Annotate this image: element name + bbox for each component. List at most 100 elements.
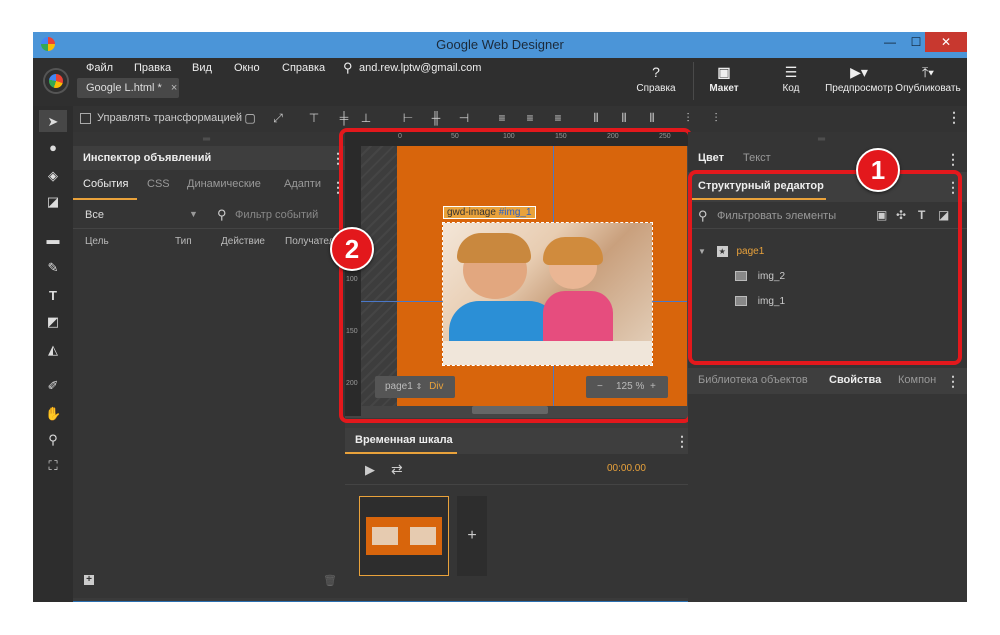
user-icon: ⚲ (343, 60, 353, 75)
events-filter-input[interactable]: Фильтр событий (235, 209, 318, 221)
tag-tool-icon[interactable]: ▬ (45, 232, 61, 248)
col-type: Тип (175, 236, 192, 247)
distribute-top-icon[interactable]: ≡ (495, 111, 509, 125)
gwd-logo-icon (45, 70, 67, 92)
align-middle-icon[interactable]: ╪ (337, 111, 351, 125)
badge-2: 2 (330, 227, 374, 271)
divider (693, 62, 694, 100)
layout-button[interactable]: ▣ Макет (701, 64, 747, 94)
close-button[interactable]: ✕ (925, 32, 967, 52)
code-lines-icon: ☰ (784, 64, 798, 80)
file-tab[interactable]: Google L.html * × (77, 78, 179, 98)
tab-color[interactable]: Цвет (698, 152, 724, 164)
delete-event-icon[interactable]: 🗑 (323, 574, 337, 587)
thumbnail-img (372, 527, 398, 545)
align-right-icon[interactable]: ⊣ (457, 111, 471, 125)
distribute-center-icon[interactable]: ⫴ (617, 111, 631, 125)
bottom-tabs-more-icon[interactable]: ⋮ (946, 374, 960, 388)
timeline-underline (345, 452, 457, 454)
distribute-bottom-icon[interactable]: ≡ (551, 111, 565, 125)
play-icon: ▶▾ (850, 64, 868, 80)
help-button[interactable]: ? Справка (631, 64, 681, 94)
tab-css[interactable]: CSS (147, 178, 170, 190)
fill-tool-icon[interactable]: ◭ (45, 342, 61, 358)
timeline-panel: Временная шкала ⋮ ▶ ⇄ 00:00.00 + (345, 428, 689, 598)
layout-label: Макет (709, 83, 739, 94)
3d-object-tool-icon[interactable]: ◪ (45, 194, 61, 210)
events-filter-select[interactable]: Все (85, 209, 104, 221)
tab-components[interactable]: Компон (898, 374, 936, 386)
preview-label: Предпросмотр (825, 83, 893, 94)
title-bar: Google Web Designer — ☐ ✕ (33, 32, 967, 58)
distribute-middle-icon[interactable]: ≡ (523, 111, 537, 125)
window-title: Google Web Designer (436, 37, 564, 52)
select-chevron-icon[interactable]: ▼ (189, 209, 198, 219)
tab-events[interactable]: События (83, 178, 128, 190)
align-top-icon[interactable]: ⊤ (307, 111, 321, 125)
color-more-icon[interactable]: ⋮ (946, 152, 960, 166)
menu-file[interactable]: Файл (86, 62, 113, 74)
divider (345, 484, 688, 485)
align-bottom-icon[interactable]: ⊥ (359, 111, 373, 125)
loop-icon[interactable]: ⇄ (391, 461, 403, 478)
text-tool-icon[interactable]: T (45, 288, 61, 304)
menu-view[interactable]: Вид (192, 62, 212, 74)
tab-text[interactable]: Текст (743, 152, 771, 164)
select-tool-icon[interactable]: ➤ (45, 114, 61, 130)
menu-edit[interactable]: Правка (134, 62, 171, 74)
timeline-more-icon[interactable]: ⋮ (675, 434, 689, 448)
minimize-button[interactable]: — (877, 32, 903, 52)
panel-grip: ═ (818, 134, 826, 145)
zoom-tool-icon[interactable]: ⚲ (45, 432, 61, 448)
tab-responsive[interactable]: Адапти (284, 178, 321, 190)
badge-1: 1 (856, 148, 900, 192)
play-button[interactable]: ▶ (365, 462, 375, 478)
tools-sidebar: ➤ ● ◈ ◪ ▬ ✎ T ◩ ◭ ✐ ✋ ⚲ ⛶ (33, 106, 73, 602)
publish-label: Опубликовать (895, 83, 961, 94)
menu-window[interactable]: Окно (234, 62, 260, 74)
file-tab-label: Google L.html * (86, 82, 162, 94)
code-label: Код (782, 83, 800, 94)
menu-help[interactable]: Справка (282, 62, 325, 74)
size-icon[interactable]: ⫶ (681, 111, 695, 125)
distribute-left-icon[interactable]: ⫴ (589, 111, 603, 125)
add-event-icon[interactable]: + (84, 575, 94, 585)
inspector-tabs: События CSS Динамические Адапти (73, 178, 345, 198)
code-button[interactable]: ☰ Код (769, 64, 813, 94)
3d-rotate-tool-icon[interactable]: ● (45, 140, 61, 156)
hand-tool-icon[interactable]: ✋ (45, 406, 61, 422)
pen-tool-icon[interactable]: ✎ (45, 260, 61, 276)
thumbnail-img (410, 527, 436, 545)
fit-tool-icon[interactable]: ⛶ (45, 458, 61, 474)
account-email[interactable]: and.rew.lptw@gmail.com (359, 62, 481, 74)
align-left-icon[interactable]: ⊢ (401, 111, 415, 125)
toolbar-more-icon[interactable]: ⋮ (947, 110, 961, 124)
panel-grip: ═ (203, 134, 211, 145)
resize-icon[interactable]: ⤢ (271, 111, 285, 125)
menu-bar: Файл Правка Вид Окно Справка ⚲ and.rew.l… (33, 58, 967, 106)
shape-tool-icon[interactable]: ◩ (45, 314, 61, 330)
tab-dynamic[interactable]: Динамические (187, 178, 261, 190)
align-center-icon[interactable]: ╫ (429, 111, 443, 125)
file-tab-close-icon[interactable]: × (171, 82, 177, 94)
image-icon: ▣ (717, 64, 731, 80)
transform-checkbox[interactable] (80, 113, 91, 124)
tab-properties[interactable]: Свойства (829, 374, 881, 386)
transform-label: Управлять трансформацией (97, 112, 242, 124)
space-icon[interactable]: ⫶ (709, 111, 723, 125)
upload-icon: ⤒▾ (921, 64, 935, 80)
preview-button[interactable]: ▶▾ Предпросмотр (825, 64, 893, 94)
active-tab-underline (73, 198, 137, 200)
page-thumbnail[interactable] (359, 496, 449, 576)
add-page-button[interactable]: + (457, 496, 487, 576)
publish-button[interactable]: ⤒▾ Опубликовать (895, 64, 961, 94)
crop-icon[interactable]: ▢ (243, 111, 257, 125)
col-action: Действие (221, 236, 265, 247)
highlight-structure-editor (688, 170, 962, 365)
color-picker-icon[interactable]: ✐ (45, 378, 61, 394)
3d-translate-tool-icon[interactable]: ◈ (45, 168, 61, 184)
distribute-right-icon[interactable]: ⫴ (645, 111, 659, 125)
timeline-time: 00:00.00 (607, 463, 646, 474)
tab-object-library[interactable]: Библиотека объектов (698, 374, 808, 386)
help-label: Справка (636, 83, 676, 94)
